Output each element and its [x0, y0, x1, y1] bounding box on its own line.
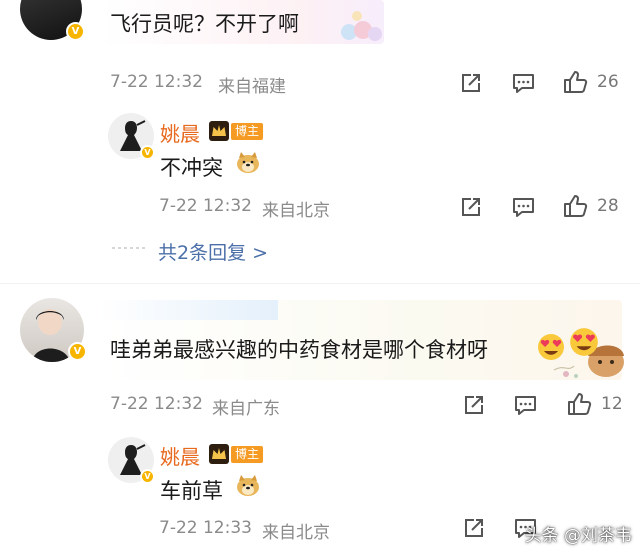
crown-icon [209, 121, 229, 141]
verified-icon: V [140, 145, 155, 160]
thumbs-up-icon [564, 195, 588, 217]
comment-button[interactable] [512, 196, 535, 218]
heart-eyes-emoji-icon [538, 334, 564, 360]
bubble-decoration-sticker [341, 11, 382, 41]
bubble-frame-stripe [100, 300, 278, 320]
watermark: 头条 @刘茶韦 [524, 526, 632, 546]
comment-text: 飞行员呢？不开了啊 [110, 12, 299, 36]
reply-author-name[interactable]: 姚晨 [160, 118, 200, 147]
crown-icon [209, 444, 229, 464]
share-icon [462, 198, 480, 216]
reply-location: 来自北京 [262, 201, 330, 221]
share-icon [462, 74, 480, 92]
share-icon [465, 519, 483, 537]
verified-icon: V [66, 22, 85, 41]
blogger-badge: 博主 [208, 443, 264, 465]
share-button[interactable] [460, 72, 482, 94]
comment-date: 7-22 12:32 [110, 394, 203, 414]
comment-icon [513, 74, 534, 93]
comment-date: 7-22 12:32 [110, 72, 203, 92]
comment-icon [515, 396, 536, 415]
share-button[interactable] [463, 517, 485, 539]
verified-icon: V [68, 342, 87, 361]
heart-eyes-emoji-icon [570, 328, 598, 356]
like-button[interactable]: 12 [566, 391, 623, 417]
blogger-tag: 博主 [231, 122, 264, 140]
blogger-tag: 博主 [231, 445, 264, 463]
reply-text: 不冲突 [160, 156, 223, 180]
doge-emoji-icon [237, 475, 259, 496]
reply-date: 7-22 12:33 [159, 518, 252, 538]
comment-button[interactable] [512, 72, 535, 94]
comment-text: 哇弟弟最感兴趣的中药食材是哪个食材呀 [110, 338, 488, 362]
view-more-replies-link[interactable]: 共2条回复 > [158, 238, 268, 265]
share-button[interactable] [460, 196, 482, 218]
doge-emoji-icon [237, 152, 259, 173]
like-count: 28 [597, 196, 619, 216]
share-button[interactable] [463, 394, 485, 416]
blogger-badge: 博主 [208, 120, 264, 142]
comment-button[interactable] [514, 394, 537, 416]
thumbs-up-icon [568, 393, 592, 415]
like-button[interactable]: 26 [562, 69, 619, 95]
reply-author-name[interactable]: 姚晨 [160, 441, 200, 470]
like-count: 26 [597, 72, 619, 92]
dotted-divider [112, 247, 148, 249]
comment-location: 来自广东 [212, 399, 280, 419]
verified-icon: V [140, 469, 155, 484]
comment-separator [0, 283, 640, 284]
reply-text: 车前草 [160, 479, 223, 503]
like-button[interactable]: 28 [562, 193, 619, 219]
thumbs-up-icon [564, 71, 588, 93]
reply-date: 7-22 12:32 [159, 196, 252, 216]
share-icon [465, 396, 483, 414]
reply-location: 来自北京 [262, 523, 330, 543]
comment-icon [513, 198, 534, 217]
comment-location: 来自福建 [218, 77, 286, 97]
like-count: 12 [601, 394, 623, 414]
